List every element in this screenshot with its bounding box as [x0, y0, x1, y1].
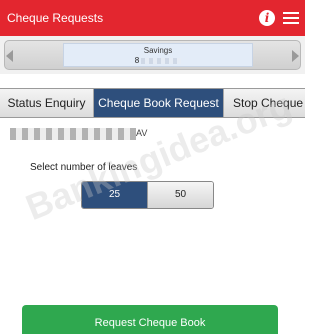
app-header: Cheque Requests i	[0, 0, 305, 36]
tab-status-enquiry[interactable]: Status Enquiry	[0, 89, 94, 117]
account-number: 8	[64, 56, 252, 66]
hamburger-menu-icon[interactable]	[283, 11, 299, 25]
account-details: Savings 8	[63, 43, 253, 67]
account-card[interactable]: Savings 8	[4, 40, 301, 70]
leaves-selector: 25 50	[81, 181, 214, 209]
account-selector: Savings 8	[0, 36, 305, 74]
page-title: Cheque Requests	[7, 11, 104, 25]
leaves-option-50[interactable]: 50	[147, 182, 213, 208]
account-number-prefix: 8	[134, 56, 140, 65]
tab-bar: Status Enquiry Cheque Book Request Stop …	[0, 88, 305, 118]
select-leaves-label: Select number of leaves	[30, 162, 138, 173]
account-holder-name-suffix: AV	[136, 128, 148, 138]
next-account-arrow-icon[interactable]	[292, 50, 299, 62]
previous-account-arrow-icon[interactable]	[6, 50, 13, 62]
account-number-mask	[141, 57, 182, 64]
tab-stop-cheque[interactable]: Stop Cheque	[224, 89, 305, 117]
request-cheque-book-button[interactable]: Request Cheque Book	[22, 305, 278, 334]
tab-cheque-book-request[interactable]: Cheque Book Request	[94, 89, 224, 117]
account-holder-mask	[10, 128, 136, 140]
info-icon[interactable]: i	[259, 10, 275, 26]
account-type: Savings	[143, 46, 173, 55]
account-holder-name: AV	[10, 128, 160, 140]
leaves-option-25[interactable]: 25	[82, 182, 147, 208]
